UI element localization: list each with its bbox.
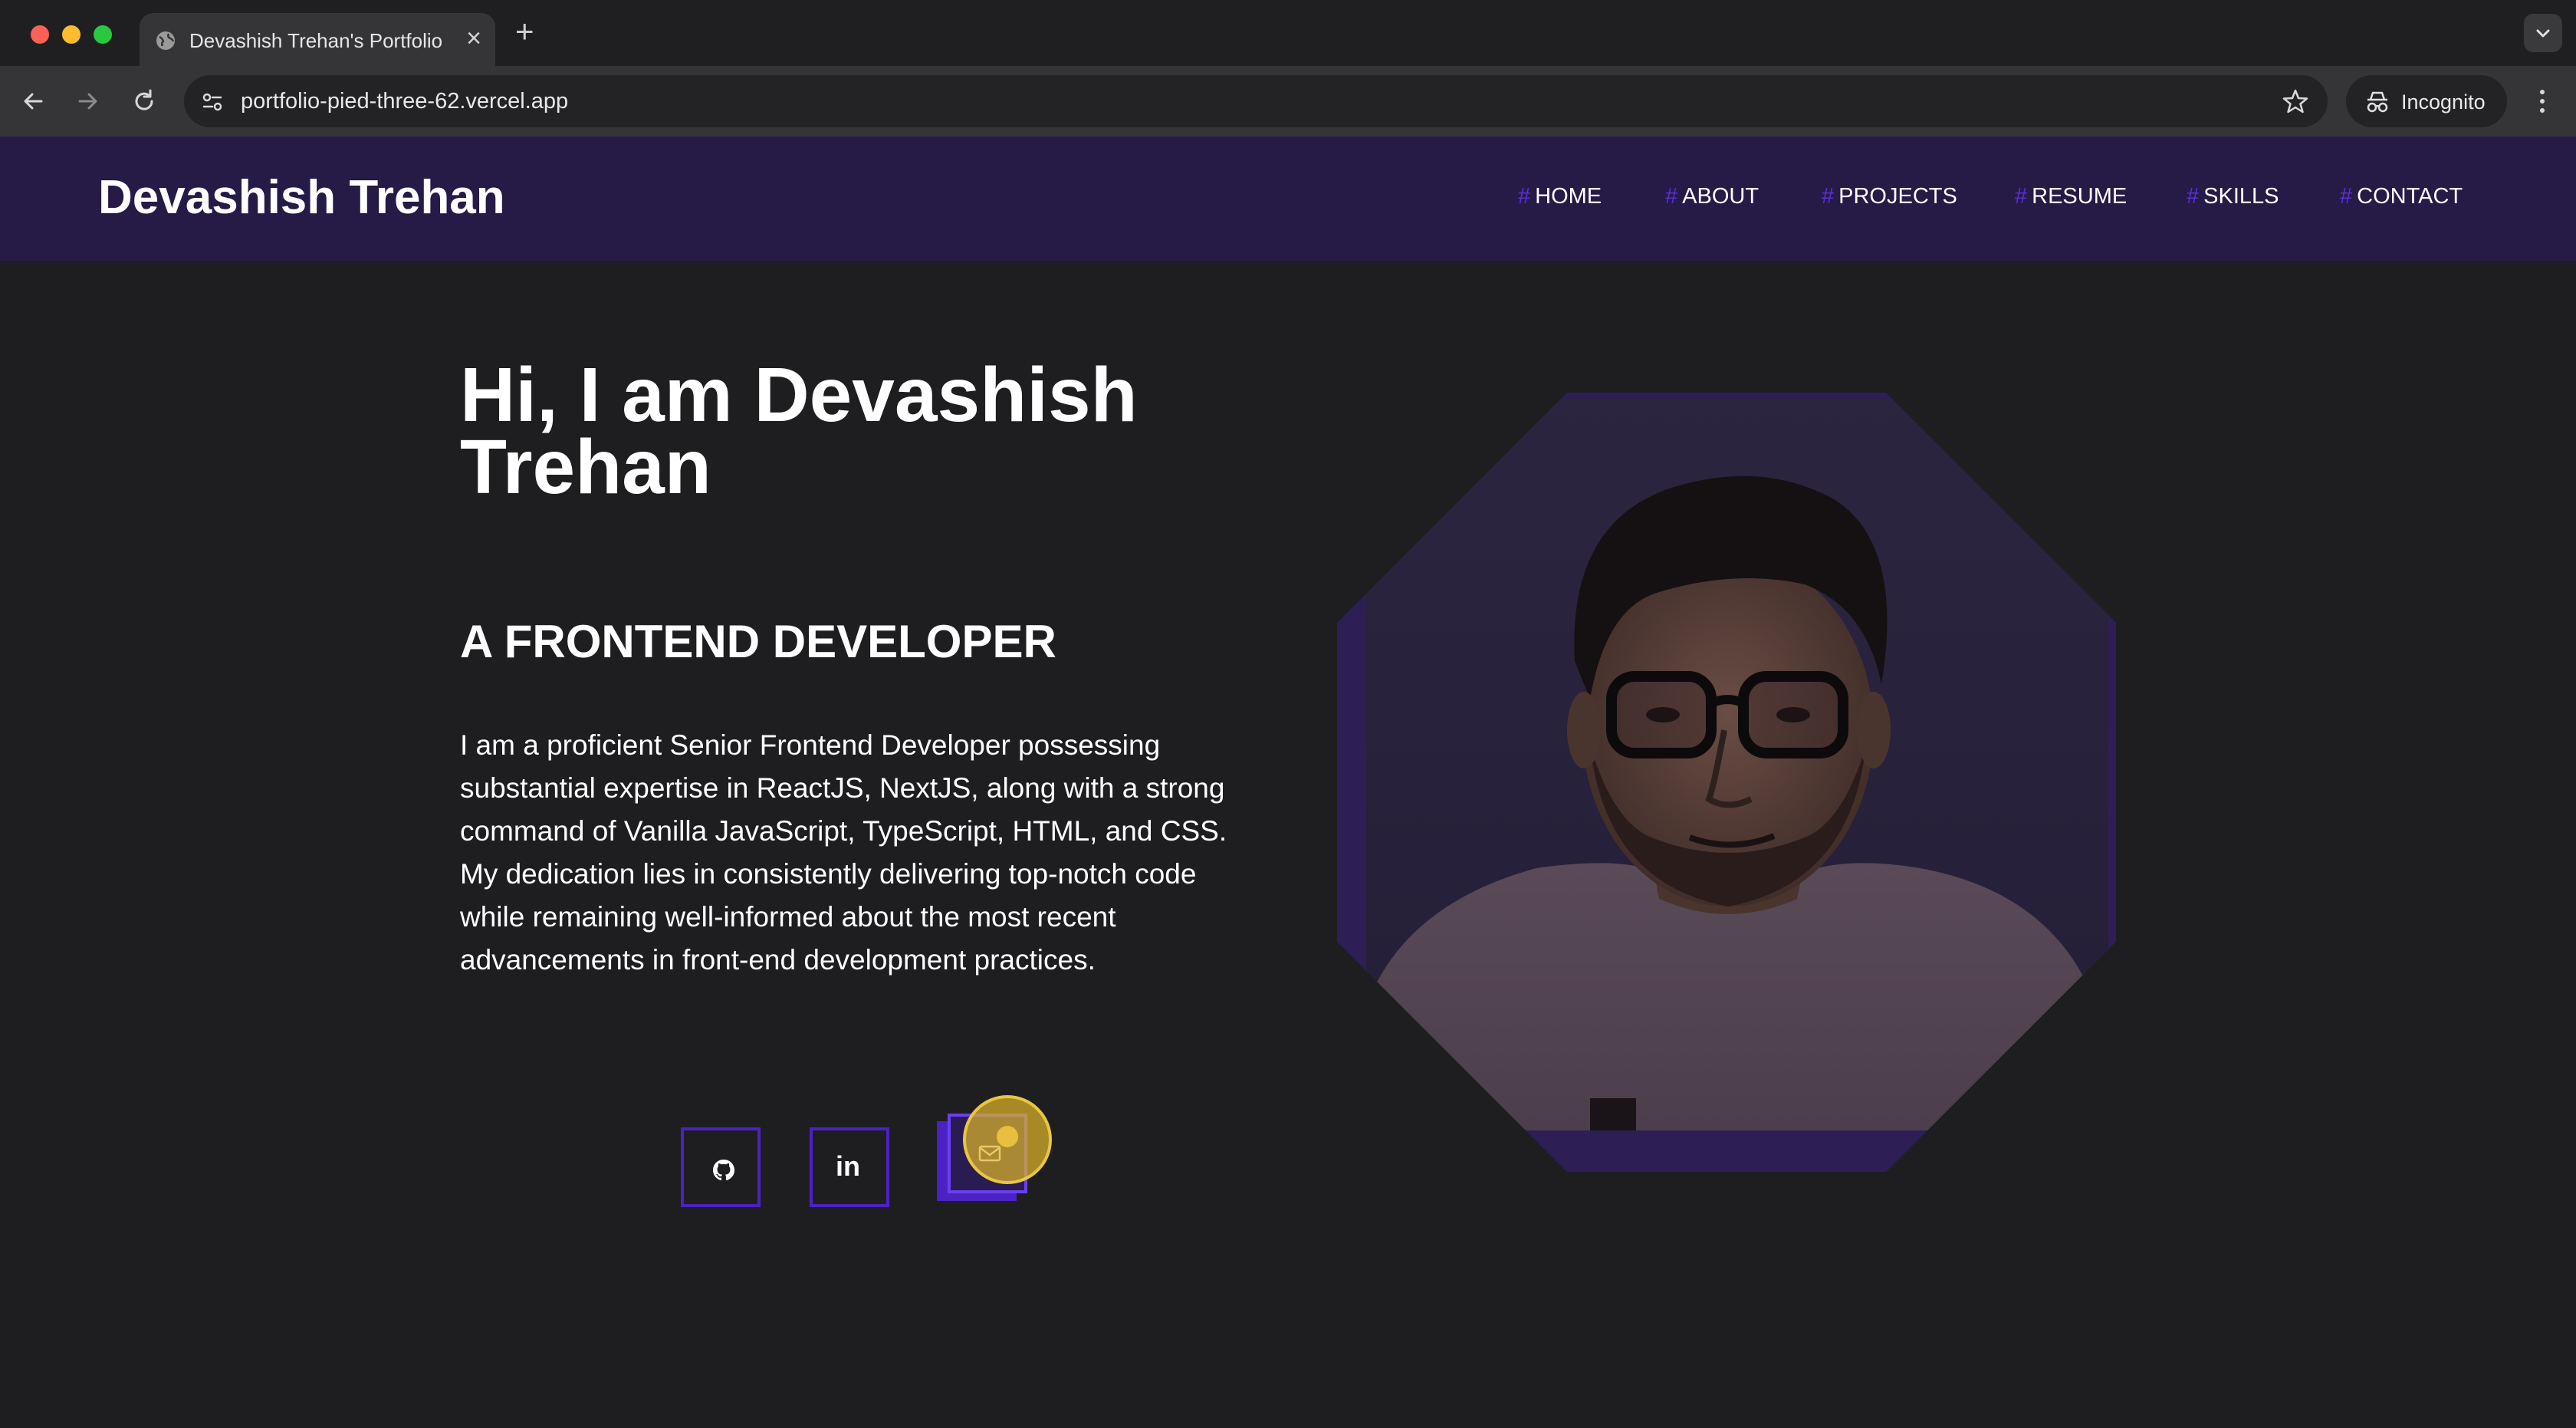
tab-title: Devashish Trehan's Portfolio <box>189 29 443 52</box>
nav-contact[interactable]: # CONTACT <box>2340 184 2463 209</box>
hero-section: Hi, I am Devashish Trehan A FRONTEND DEV… <box>0 261 2576 1428</box>
hero-description: I am a proficient Senior Frontend Develo… <box>460 729 1227 976</box>
forward-arrow-icon[interactable] <box>72 86 103 117</box>
hero-title: Hi, I am Devashish Trehan <box>460 352 1138 510</box>
linkedin-button[interactable]: in <box>810 1127 889 1207</box>
bookmark-star-icon[interactable] <box>2282 87 2309 115</box>
site-settings-icon[interactable] <box>199 89 225 115</box>
nav-skills[interactable]: # SKILLS <box>2187 184 2279 209</box>
incognito-label: Incognito <box>2401 90 2486 114</box>
site-header: Devashish Trehan # HOME # ABOUT # PROJECTS … <box>0 137 2576 261</box>
maximize-window-button[interactable] <box>94 25 112 44</box>
github-icon <box>713 1160 734 1181</box>
cursor-dot <box>997 1126 1018 1147</box>
profile-photo <box>1337 393 2116 1172</box>
linkedin-icon: in <box>836 1150 860 1182</box>
incognito-indicator[interactable]: Incognito <box>2346 75 2507 127</box>
hero-subtitle: A FRONTEND DEVELOPER <box>460 616 1056 667</box>
more-menu-icon[interactable] <box>2533 81 2551 121</box>
new-tab-button[interactable]: + <box>515 15 534 48</box>
incognito-icon <box>2367 91 2388 113</box>
browser-tab[interactable]: Devashish Trehan's Portfolio × <box>140 13 495 66</box>
reload-icon[interactable] <box>129 86 159 117</box>
globe-icon <box>156 31 175 50</box>
close-window-button[interactable] <box>31 25 49 44</box>
chevron-down-icon <box>2536 29 2550 38</box>
nav-resume[interactable]: # RESUME <box>2015 184 2127 209</box>
nav-home[interactable]: # HOME <box>1518 184 1602 209</box>
nav-about[interactable]: # ABOUT <box>1665 184 1759 209</box>
browser-toolbar: portfolio-pied-three-62.vercel.app Incog… <box>0 66 2576 137</box>
url-text[interactable]: portfolio-pied-three-62.vercel.app <box>241 89 568 114</box>
site-brand[interactable]: Devashish Trehan <box>98 170 505 225</box>
github-button[interactable] <box>681 1127 761 1207</box>
address-bar[interactable]: portfolio-pied-three-62.vercel.app <box>184 75 2328 127</box>
back-arrow-icon[interactable] <box>18 86 49 117</box>
minimize-window-button[interactable] <box>62 25 80 44</box>
close-tab-icon[interactable]: × <box>466 25 481 51</box>
nav-projects[interactable]: # PROJECTS <box>1822 184 1957 209</box>
tab-search-button[interactable] <box>2524 14 2562 52</box>
browser-titlebar: Devashish Trehan's Portfolio × + <box>0 0 2576 66</box>
